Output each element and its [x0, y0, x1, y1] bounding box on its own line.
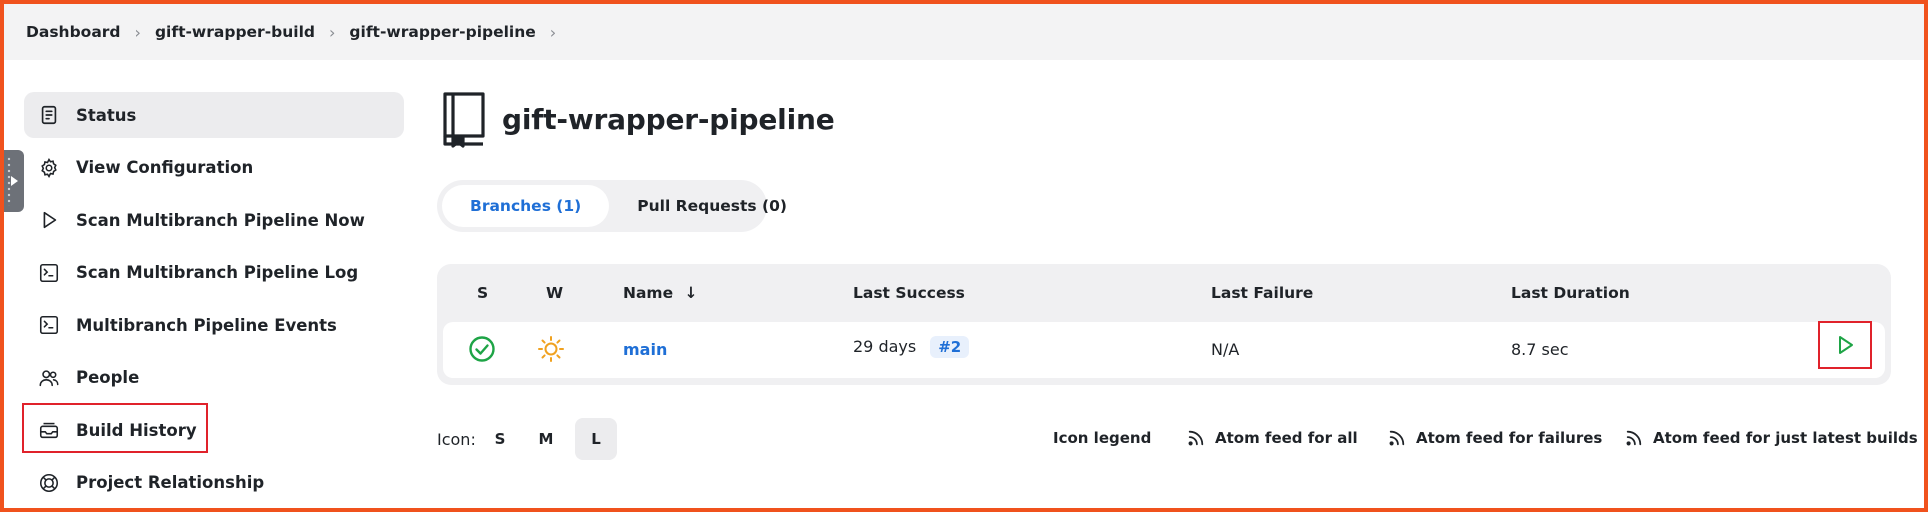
last-success-cell: 29 days #2 — [853, 336, 970, 358]
branches-table: S W Name ↓ Last Success Last Failure Las… — [437, 264, 1891, 385]
last-success-value: 29 days — [853, 337, 917, 356]
last-duration-value: 8.7 sec — [1511, 340, 1569, 359]
document-icon — [38, 104, 60, 126]
sidebar-item-label: Status — [76, 105, 137, 125]
atom-feed-all-link[interactable]: Atom feed for all — [1187, 429, 1358, 447]
chevron-right-icon[interactable]: › — [135, 23, 141, 42]
sidebar-item-scan-now[interactable]: Scan Multibranch Pipeline Now — [24, 197, 404, 243]
column-header-last-failure[interactable]: Last Failure — [1211, 284, 1313, 302]
breadcrumb-gift-wrapper-pipeline[interactable]: gift-wrapper-pipeline — [349, 23, 535, 41]
chevron-right-icon[interactable]: › — [329, 23, 335, 42]
terminal-icon — [38, 314, 60, 336]
sidebar-item-people[interactable]: People — [24, 355, 404, 401]
branch-tabs: Branches (1) Pull Requests (0) — [437, 180, 787, 232]
sunny-weather-icon[interactable] — [536, 334, 566, 364]
icon-size-medium-button[interactable]: M — [525, 418, 567, 460]
play-icon — [1839, 336, 1853, 354]
page-title: gift-wrapper-pipeline — [502, 102, 835, 136]
breadcrumb-dashboard[interactable]: Dashboard — [26, 23, 121, 41]
build-number-link[interactable]: #2 — [930, 336, 970, 358]
build-history-highlight — [22, 403, 208, 453]
sidebar-item-view-configuration[interactable]: View Configuration — [24, 145, 404, 191]
column-header-weather[interactable]: W — [546, 284, 563, 302]
breadcrumb: Dashboard › gift-wrapper-build › gift-wr… — [4, 4, 1924, 60]
sidebar-item-scan-log[interactable]: Scan Multibranch Pipeline Log — [24, 250, 404, 296]
sort-arrow-icon: ↓ — [684, 284, 698, 302]
atom-feed-failures-link[interactable]: Atom feed for failures — [1388, 429, 1602, 447]
rss-icon — [1389, 430, 1405, 446]
branch-name-link[interactable]: main — [623, 340, 667, 359]
people-icon — [38, 367, 60, 389]
icon-legend-label: Icon legend — [1053, 429, 1152, 447]
atom-feed-latest-label: Atom feed for just latest builds — [1653, 429, 1918, 447]
tab-pull-requests[interactable]: Pull Requests (0) — [609, 185, 815, 227]
atom-feed-failures-label: Atom feed for failures — [1416, 429, 1603, 447]
gear-icon — [38, 157, 60, 179]
relationship-icon — [38, 472, 60, 494]
schedule-build-button[interactable] — [1818, 321, 1872, 369]
icon-size-large-button[interactable]: L — [575, 418, 617, 460]
pipeline-book-icon — [440, 90, 490, 148]
sidebar-item-label: People — [76, 368, 140, 387]
column-header-name[interactable]: Name ↓ — [623, 284, 698, 302]
breadcrumb-gift-wrapper-build[interactable]: gift-wrapper-build — [155, 23, 315, 41]
sidebar-item-project-relationship[interactable]: Project Relationship — [24, 460, 404, 506]
sidebar-item-label: Scan Multibranch Pipeline Now — [76, 210, 365, 230]
tab-branches[interactable]: Branches (1) — [442, 185, 610, 227]
table-footer: Icon: S M L Icon legend Atom feed for al… — [437, 418, 1918, 460]
atom-feed-latest-link[interactable]: Atom feed for just latest builds — [1625, 429, 1918, 447]
column-header-status[interactable]: S — [477, 284, 488, 302]
sidebar-item-label: View Configuration — [76, 158, 254, 177]
column-header-last-duration[interactable]: Last Duration — [1511, 284, 1630, 302]
rss-icon — [1188, 430, 1204, 446]
terminal-icon — [38, 262, 60, 284]
play-icon — [38, 209, 60, 231]
icon-size-small-button[interactable]: S — [479, 418, 521, 460]
success-check-icon[interactable] — [467, 334, 497, 364]
icon-size-label: Icon: — [437, 430, 476, 449]
chevron-right-icon[interactable]: › — [550, 23, 556, 42]
sidebar-item-label: Multibranch Pipeline Events — [76, 315, 337, 335]
sidebar-item-label: Scan Multibranch Pipeline Log — [76, 263, 359, 282]
icon-legend-link[interactable]: Icon legend — [1053, 429, 1151, 447]
sidebar-item-label: Project Relationship — [76, 473, 265, 492]
sidebar-item-status[interactable]: Status — [24, 92, 404, 138]
last-failure-value: N/A — [1211, 340, 1240, 359]
table-row: main 29 days #2 N/A 8.7 sec — [443, 321, 1885, 378]
sidebar-toggle-handle[interactable] — [2, 150, 24, 212]
atom-feed-all-label: Atom feed for all — [1215, 429, 1358, 447]
rss-icon — [1626, 430, 1642, 446]
expand-arrow-icon — [11, 176, 18, 186]
column-header-last-success[interactable]: Last Success — [853, 284, 965, 302]
column-header-name-label: Name — [623, 284, 674, 302]
sidebar-item-pipeline-events[interactable]: Multibranch Pipeline Events — [24, 302, 404, 348]
page-header: gift-wrapper-pipeline — [440, 90, 835, 148]
